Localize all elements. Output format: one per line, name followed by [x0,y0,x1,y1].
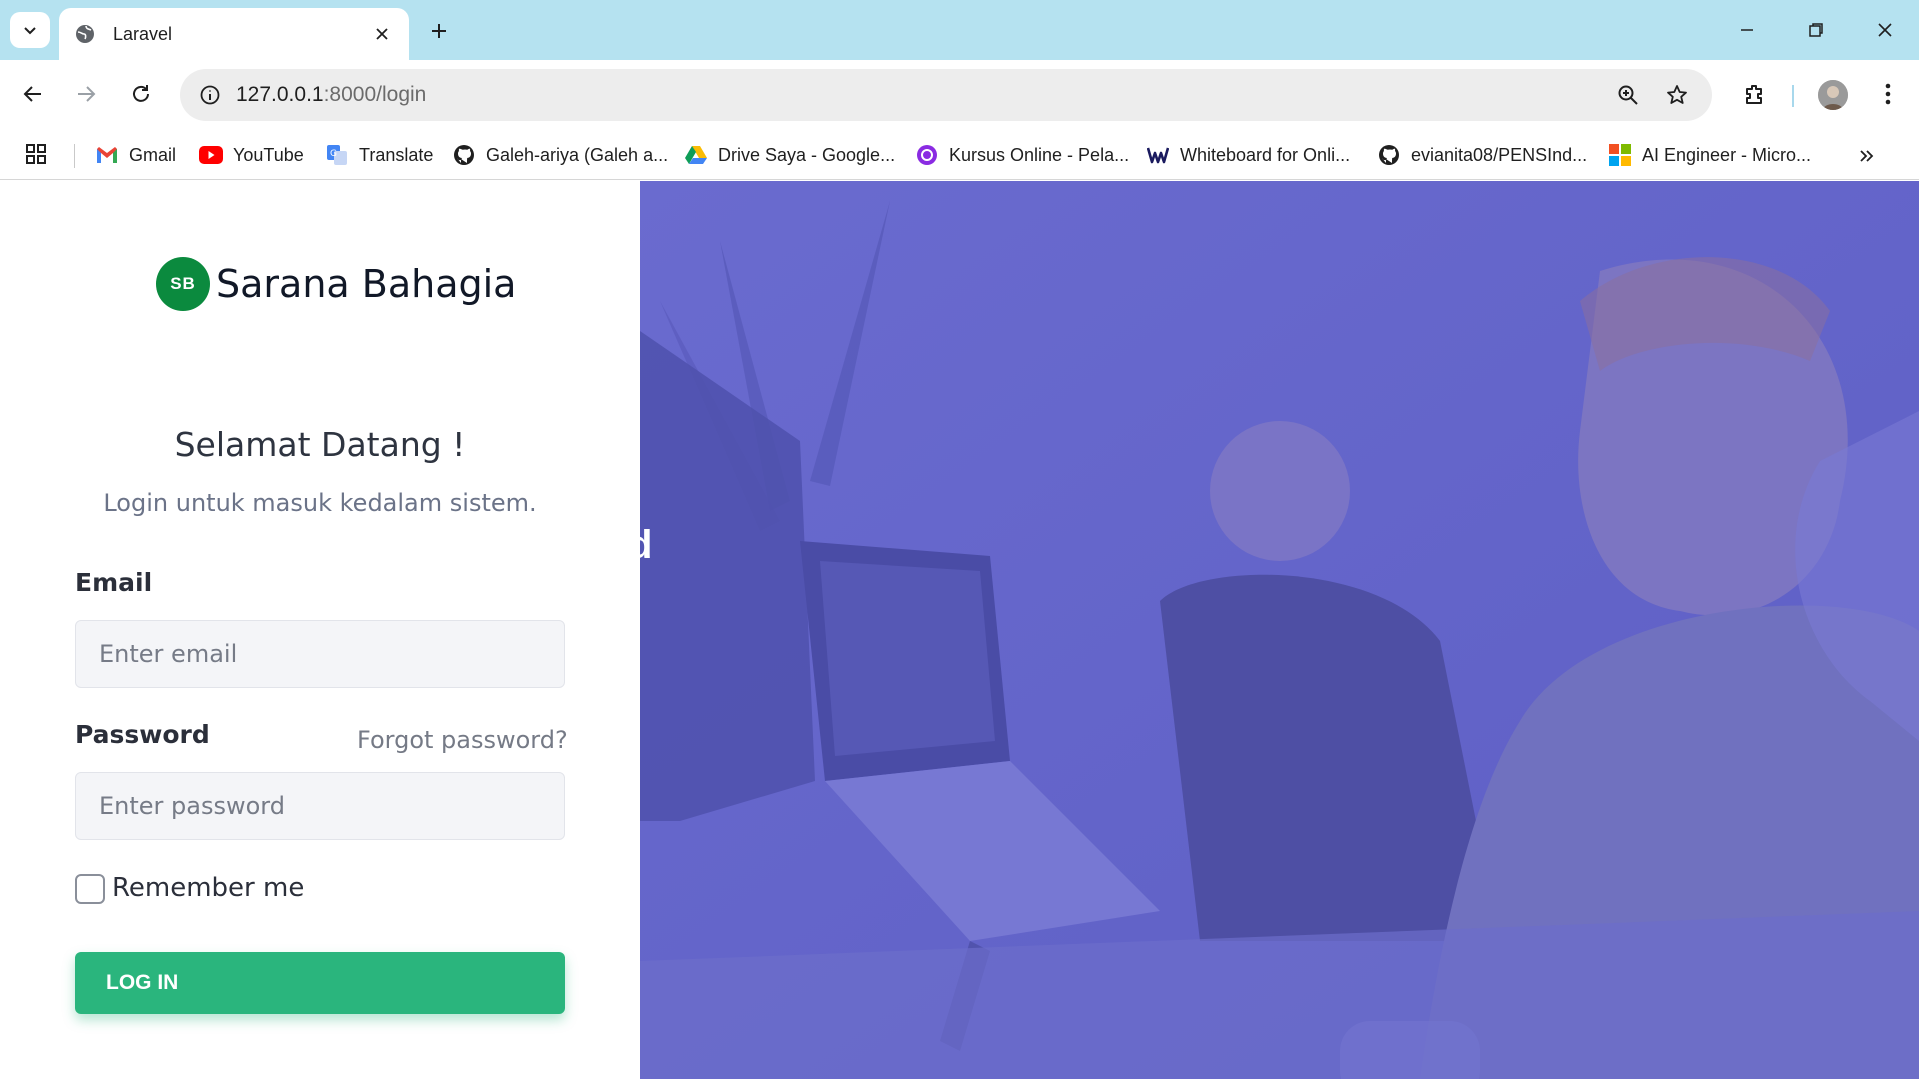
globe-icon [73,22,97,46]
bookmark-star-icon[interactable] [1659,77,1695,113]
minimize-icon [1741,29,1753,31]
apps-grid-icon[interactable] [24,142,52,170]
github-icon [1377,143,1401,167]
url-host: 127.0.0.1 [236,83,324,106]
bookmark-drive[interactable]: Drive Saya - Google... [684,140,895,170]
gmail-icon [95,143,119,167]
bookmark-label: Whiteboard for Onli... [1180,144,1351,165]
site-info-icon[interactable] [192,77,228,113]
translate-icon: G [325,143,349,167]
restore-button[interactable] [1793,10,1839,50]
close-tab-icon[interactable] [369,21,395,47]
svg-text:G: G [330,149,337,159]
bookmark-label: YouTube [233,144,304,165]
password-field[interactable] [75,772,565,840]
forgot-password-link[interactable]: Forgot password? [357,726,568,754]
restore-icon [1809,23,1823,37]
toolbar-divider [1792,85,1794,107]
bookmarks-divider [74,144,75,168]
extensions-icon[interactable] [1735,74,1775,114]
tab-search-button[interactable] [10,12,50,48]
email-field[interactable] [75,620,565,688]
tab-title: Laravel [113,23,173,44]
brand-name: Sarana Bahagia [216,262,517,306]
bookmark-evianita08[interactable]: evianita08/PENSInd... [1377,140,1587,170]
brand-logo[interactable]: SB Sarana Bahagia [156,257,516,311]
bookmark-label: Translate [359,144,434,165]
brand-mark: SB [156,257,210,311]
bookmark-label: Gmail [129,144,177,165]
login-page: SB Sarana Bahagia Selamat Datang ! Login… [0,181,1919,1079]
bookmark-youtube[interactable]: YouTube [199,140,304,170]
profile-avatar[interactable] [1818,80,1848,110]
bookmark-label: Kursus Online - Pela... [949,144,1130,165]
office-photo-image [640,181,1919,1079]
url-text[interactable]: 127.0.0.1:8000/login [236,83,426,107]
bookmark-kursus-online[interactable]: Kursus Online - Pela... [915,140,1129,170]
zoom-icon[interactable] [1610,77,1646,113]
welcome-subtitle: Login untuk masuk kedalam sistem. [103,489,537,517]
close-icon [1878,23,1892,37]
plus-icon [432,24,446,38]
kebab-menu-icon[interactable] [1868,74,1908,114]
bookmarks-bar: Gmail YouTube G Translate Galeh-ariya (G… [0,130,1919,180]
bookmark-galeh-ariya[interactable]: Galeh-ariya (Galeh a... [452,140,668,170]
bookmark-gmail[interactable]: Gmail [95,140,176,170]
email-label: Email [75,568,153,597]
close-window-button[interactable] [1862,10,1908,50]
bookmark-whiteboard[interactable]: Whiteboard for Onli... [1146,140,1350,170]
bookmark-translate[interactable]: G Translate [325,140,433,170]
whiteboard-icon [1146,143,1170,167]
new-tab-button[interactable] [422,14,456,48]
drive-icon [684,143,708,167]
hero-image-panel: d [640,181,1919,1079]
tab-laravel[interactable]: Laravel [59,8,409,60]
hero-partial-text: d [640,523,653,567]
address-bar[interactable]: 127.0.0.1:8000/login [180,69,1712,121]
bookmark-label: AI Engineer - Micro... [1642,144,1812,165]
url-path: :8000/login [323,83,427,106]
more-bookmarks-icon[interactable] [1852,142,1880,170]
tab-strip: Laravel [0,0,1919,60]
login-panel: SB Sarana Bahagia Selamat Datang ! Login… [0,181,640,1079]
reload-icon [133,85,149,102]
minimize-button[interactable] [1724,10,1770,50]
chevron-down-icon [24,27,36,35]
login-button[interactable]: LOG IN [75,952,565,1014]
bookmark-label: evianita08/PENSInd... [1411,144,1588,165]
youtube-icon [199,143,223,167]
welcome-title: Selamat Datang ! [174,425,466,464]
forward-button[interactable] [66,74,106,114]
reload-button[interactable] [121,74,161,114]
microsoft-icon [1608,143,1632,167]
remember-me-label[interactable]: Remember me [112,873,304,903]
back-button[interactable] [13,74,53,114]
kursus-icon [915,143,939,167]
bookmark-label: Drive Saya - Google... [718,144,896,165]
bookmark-ai-engineer[interactable]: AI Engineer - Micro... [1608,140,1811,170]
browser-toolbar: 127.0.0.1:8000/login [0,60,1919,130]
password-label: Password [75,720,210,749]
arrow-right-icon [78,86,96,102]
remember-me-checkbox[interactable] [75,874,105,904]
github-icon [452,143,476,167]
arrow-left-icon [23,86,41,102]
bookmark-label: Galeh-ariya (Galeh a... [486,144,669,165]
